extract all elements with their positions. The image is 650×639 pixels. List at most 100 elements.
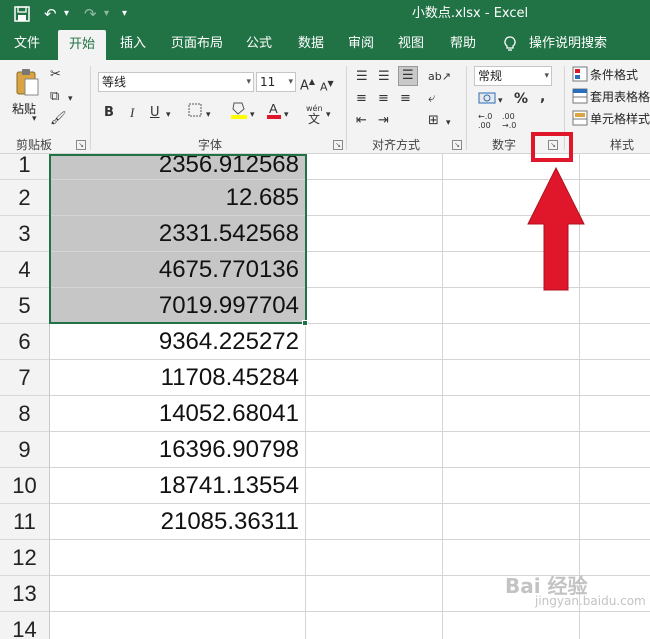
cell[interactable] bbox=[306, 612, 443, 639]
cell-a[interactable] bbox=[50, 612, 306, 639]
tab-help[interactable]: 帮助 bbox=[442, 28, 484, 60]
tab-file[interactable]: 文件 bbox=[6, 28, 48, 60]
fill-color-icon[interactable] bbox=[230, 100, 248, 126]
tab-review[interactable]: 审阅 bbox=[340, 28, 382, 60]
cell-a[interactable]: 2331.542568 bbox=[50, 216, 306, 252]
cell[interactable] bbox=[580, 432, 650, 468]
cell-a[interactable] bbox=[50, 576, 306, 612]
row-header[interactable]: 8 bbox=[0, 396, 50, 432]
decrease-font-icon[interactable]: A▼ bbox=[320, 75, 334, 97]
decrease-decimal-button[interactable]: .00 →.0 bbox=[502, 112, 524, 130]
cell[interactable] bbox=[306, 576, 443, 612]
font-size-combo[interactable]: 11 ▾ bbox=[256, 72, 296, 92]
tab-view[interactable]: 视图 bbox=[390, 28, 432, 60]
align-top-icon[interactable]: ☰ bbox=[356, 68, 368, 86]
cell-a[interactable] bbox=[50, 540, 306, 576]
cell-a[interactable]: 14052.68041 bbox=[50, 396, 306, 432]
cell[interactable] bbox=[580, 468, 650, 504]
cell[interactable] bbox=[306, 324, 443, 360]
cell[interactable] bbox=[443, 324, 580, 360]
cell[interactable] bbox=[306, 252, 443, 288]
alignment-launcher-icon[interactable]: ↘ bbox=[452, 140, 462, 150]
accounting-format-icon[interactable] bbox=[478, 90, 496, 112]
row-header[interactable]: 4 bbox=[0, 252, 50, 288]
cell[interactable] bbox=[443, 612, 580, 639]
cell[interactable] bbox=[306, 154, 443, 180]
font-name-combo[interactable]: 等线 ▾ bbox=[98, 72, 254, 92]
underline-button[interactable]: U bbox=[150, 104, 160, 122]
cell[interactable] bbox=[580, 324, 650, 360]
borders-dropdown-icon[interactable]: ▾ bbox=[206, 106, 211, 124]
copy-icon[interactable]: ⧉ bbox=[50, 88, 59, 106]
cell-styles-button[interactable]: 单元格样式 bbox=[590, 110, 650, 128]
cell[interactable] bbox=[306, 432, 443, 468]
cell[interactable] bbox=[580, 612, 650, 639]
conditional-format-button[interactable]: 条件格式 bbox=[590, 66, 638, 84]
clipboard-launcher-icon[interactable]: ↘ bbox=[76, 140, 86, 150]
cell[interactable] bbox=[580, 288, 650, 324]
row-header[interactable]: 6 bbox=[0, 324, 50, 360]
cell-a[interactable]: 18741.13554 bbox=[50, 468, 306, 504]
table-format-icon[interactable] bbox=[572, 88, 588, 110]
cell[interactable] bbox=[580, 504, 650, 540]
copy-dropdown-icon[interactable]: ▾ bbox=[68, 90, 73, 108]
paste-icon[interactable] bbox=[14, 68, 40, 104]
font-color-dropdown-icon[interactable]: ▾ bbox=[284, 106, 289, 124]
cell[interactable] bbox=[580, 360, 650, 396]
comma-button[interactable]: , bbox=[540, 88, 545, 106]
underline-dropdown-icon[interactable]: ▾ bbox=[166, 106, 171, 124]
align-left-icon[interactable]: ≡ bbox=[356, 90, 367, 108]
format-painter-icon[interactable]: 🖌 bbox=[50, 110, 67, 128]
cell[interactable] bbox=[580, 540, 650, 576]
phonetic-dropdown-icon[interactable]: ▾ bbox=[326, 106, 331, 124]
cell-a[interactable]: 9364.225272 bbox=[50, 324, 306, 360]
percent-button[interactable]: % bbox=[514, 90, 528, 108]
align-middle-icon[interactable]: ☰ bbox=[378, 68, 390, 86]
wrap-text-icon[interactable]: ⤶ bbox=[428, 90, 435, 108]
cell[interactable] bbox=[443, 360, 580, 396]
accounting-dropdown-icon[interactable]: ▾ bbox=[498, 92, 503, 110]
cell-a[interactable]: 21085.36311 bbox=[50, 504, 306, 540]
row-header[interactable]: 2 bbox=[0, 180, 50, 216]
row-header[interactable]: 1 bbox=[0, 154, 50, 180]
tell-me-search[interactable]: 操作说明搜索 bbox=[526, 28, 610, 60]
tab-page-layout[interactable]: 页面布局 bbox=[164, 28, 230, 60]
cell[interactable] bbox=[306, 216, 443, 252]
cell[interactable] bbox=[580, 180, 650, 216]
row-header[interactable]: 10 bbox=[0, 468, 50, 504]
tab-formulas[interactable]: 公式 bbox=[238, 28, 280, 60]
decrease-indent-icon[interactable]: ⇤ bbox=[356, 112, 367, 130]
lightbulb-icon[interactable] bbox=[500, 28, 520, 60]
align-right-icon[interactable]: ≡ bbox=[400, 90, 411, 108]
cell-a[interactable]: 11708.45284 bbox=[50, 360, 306, 396]
font-launcher-icon[interactable]: ↘ bbox=[333, 140, 343, 150]
cell[interactable] bbox=[443, 396, 580, 432]
number-format-combo[interactable]: 常规 ▾ bbox=[474, 66, 552, 86]
cell[interactable] bbox=[306, 180, 443, 216]
align-center-icon[interactable]: ≡ bbox=[378, 90, 389, 108]
borders-icon[interactable] bbox=[188, 103, 202, 123]
fill-handle[interactable] bbox=[302, 320, 308, 326]
tab-insert[interactable]: 插入 bbox=[112, 28, 154, 60]
cut-icon[interactable]: ✂ bbox=[50, 66, 61, 84]
row-header[interactable]: 5 bbox=[0, 288, 50, 324]
fill-color-dropdown-icon[interactable]: ▾ bbox=[250, 106, 255, 124]
cell[interactable] bbox=[580, 154, 650, 180]
orientation-icon[interactable]: ab↗ bbox=[428, 68, 451, 86]
cell[interactable] bbox=[306, 468, 443, 504]
cell[interactable] bbox=[306, 396, 443, 432]
italic-button[interactable]: I bbox=[130, 104, 134, 122]
row-header[interactable]: 14 bbox=[0, 612, 50, 639]
cell[interactable] bbox=[443, 432, 580, 468]
increase-font-icon[interactable]: A▲ bbox=[300, 73, 315, 95]
cell[interactable] bbox=[580, 396, 650, 432]
row-header[interactable]: 3 bbox=[0, 216, 50, 252]
row-header[interactable]: 12 bbox=[0, 540, 50, 576]
bold-button[interactable]: B bbox=[104, 104, 114, 122]
cell-a[interactable]: 4675.770136 bbox=[50, 252, 306, 288]
increase-decimal-button[interactable]: ←.0 .00 bbox=[478, 112, 498, 130]
cell[interactable] bbox=[580, 216, 650, 252]
paste-dropdown-icon[interactable]: ▾ bbox=[32, 110, 37, 128]
table-format-button[interactable]: 套用表格格 bbox=[590, 88, 650, 106]
row-header[interactable]: 7 bbox=[0, 360, 50, 396]
